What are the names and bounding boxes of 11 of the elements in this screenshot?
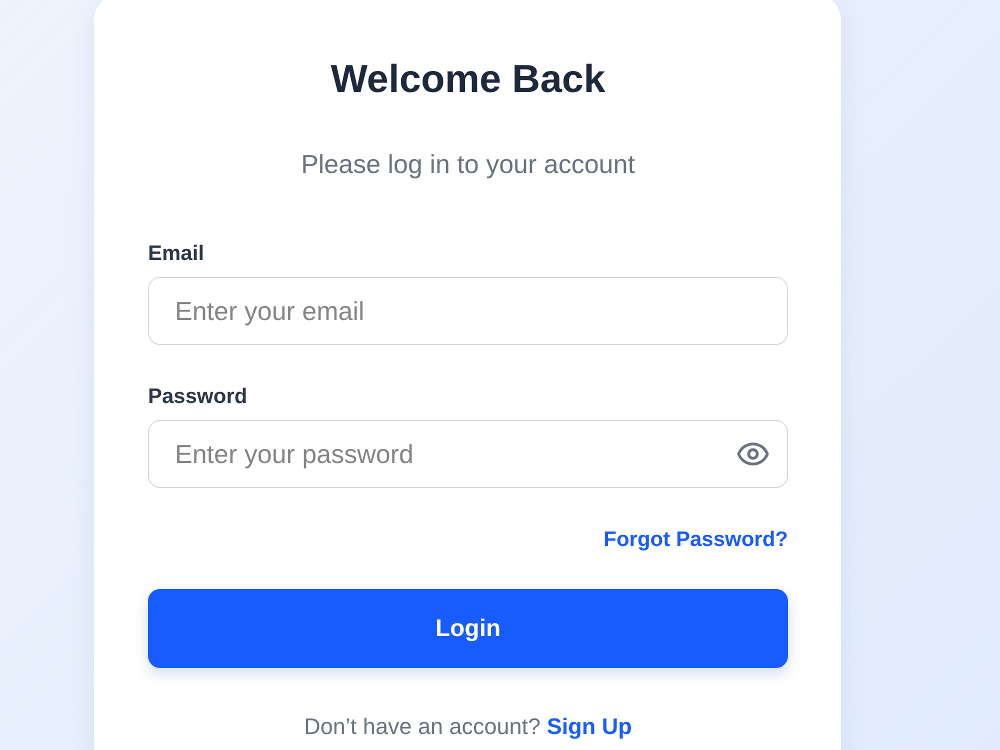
field-label: Email bbox=[148, 242, 204, 266]
login-subtitle: Please log in to your account bbox=[301, 149, 635, 179]
sign-up-link[interactable]: Sign Up bbox=[546, 714, 632, 739]
forgot-password-link[interactable]: Forgot Password? bbox=[604, 526, 788, 554]
field-label: Password bbox=[148, 385, 248, 409]
signup-prompt: Don’t have an account? Sign Up bbox=[304, 713, 632, 741]
eye-icon[interactable] bbox=[737, 442, 769, 466]
input-field[interactable]: Enter your password bbox=[148, 420, 788, 488]
login-button[interactable]: Login bbox=[148, 589, 788, 668]
input-field[interactable]: Enter your email bbox=[148, 277, 788, 345]
login-title: Welcome Back bbox=[330, 58, 606, 102]
